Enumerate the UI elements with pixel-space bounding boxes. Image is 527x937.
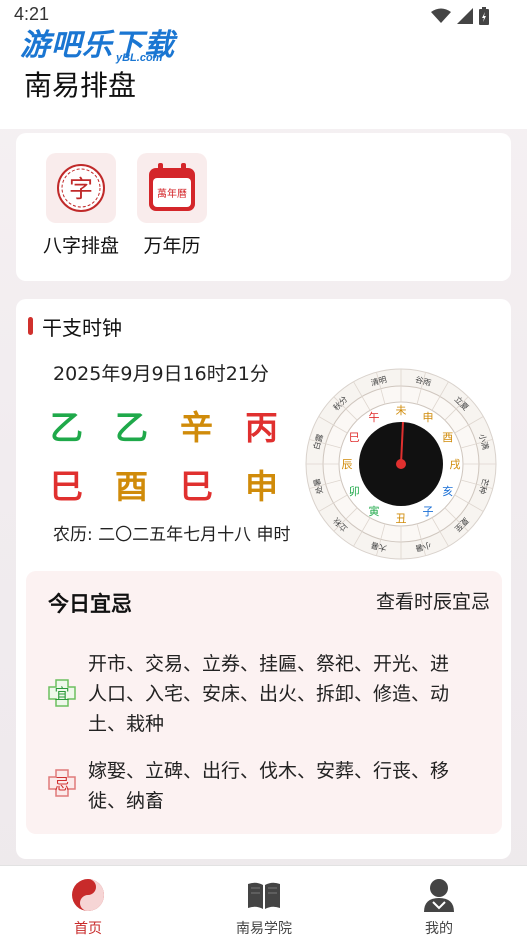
yi-icon: 宜 — [48, 679, 76, 707]
ji-line: 徙、纳畜 — [88, 790, 165, 812]
tool-bazi[interactable]: 字 八字排盘 — [33, 153, 129, 258]
nav-label-profile: 我的 — [425, 921, 453, 937]
current-datetime: 2025年9月9日16时21分 — [53, 363, 269, 385]
bottom-nav: 首页 南易学院 我的 — [0, 865, 527, 937]
tools-card: 字 八字排盘 萬年曆 万年历 — [16, 133, 511, 281]
tool-label-bazi: 八字排盘 — [42, 235, 119, 257]
yi-list: 开市、交易、立券、挂匾、祭祀、开光、进 人口、入宅、安床、出火、拆卸、修造、动 … — [88, 649, 488, 739]
wifi-icon — [431, 8, 451, 23]
tool-calendar[interactable]: 萬年曆 万年历 — [124, 153, 220, 258]
ji-icon: 忌 — [48, 769, 76, 797]
yin-yang-icon — [28, 878, 148, 912]
branch-month: 酉 — [115, 467, 148, 506]
book-icon — [204, 878, 324, 912]
dial-hub — [396, 459, 406, 469]
watermark-logo: 游吧乐下载 yBL.com — [20, 20, 175, 64]
yiji-title: 今日宜忌 — [48, 592, 132, 616]
ganzhi-clock-card: 干支时钟 2025年9月9日16时21分 乙 乙 辛 丙 巳 酉 巳 申 农历:… — [16, 299, 511, 859]
lunar-date: 农历: 二〇二五年七月十八 申时 — [53, 525, 291, 545]
nav-label-academy: 南易学院 — [236, 921, 292, 937]
section-marker — [28, 317, 33, 335]
dial-branch-label: 未 — [396, 404, 407, 417]
heavenly-stems-row: 乙 乙 辛 丙 — [50, 401, 310, 449]
stem-hour: 丙 — [245, 408, 278, 447]
yi-line: 开市、交易、立券、挂匾、祭祀、开光、进 — [88, 653, 450, 675]
stem-month: 乙 — [115, 408, 148, 447]
branch-day: 巳 — [180, 467, 213, 506]
branch-hour: 申 — [245, 467, 278, 506]
ji-list: 嫁娶、立碑、出行、伐木、安葬、行丧、移 徙、纳畜 — [88, 756, 488, 816]
dial-branch-label: 丑 — [396, 512, 407, 525]
calendar-icon: 萬年曆 — [137, 153, 207, 223]
yiji-panel: 今日宜忌 查看时辰宜忌 宜 开市、交易、立券、挂匾、祭祀、开光、进 人口、入宅、… — [26, 571, 502, 834]
svg-text:萬年曆: 萬年曆 — [157, 187, 187, 200]
dial-branch-label: 辰 — [342, 458, 353, 471]
user-icon — [379, 878, 499, 912]
stem-year: 乙 — [50, 408, 83, 447]
tool-label-calendar: 万年历 — [143, 235, 201, 257]
dial-branch-label: 巳 — [349, 431, 360, 444]
nav-label-home: 首页 — [74, 921, 102, 937]
ganzhi-clock-dial: 申酉戌亥子丑寅卯辰巳午未清明 谷雨立夏小满芒种夏至小暑大暑立秋处暑白露秋分 — [305, 368, 497, 560]
nav-home[interactable]: 首页 — [28, 878, 148, 937]
svg-text:宜: 宜 — [54, 685, 69, 703]
dial-branch-label: 寅 — [369, 504, 380, 518]
earthly-branches-row: 巳 酉 巳 申 — [50, 460, 310, 508]
stem-day: 辛 — [180, 408, 213, 447]
view-hour-yiji-link[interactable]: 查看时辰宜忌 — [376, 587, 490, 614]
watermark-subtext: yBL.com — [116, 52, 163, 64]
yi-line: 人口、入宅、安床、出火、拆卸、修造、动 — [88, 683, 450, 705]
status-icons — [431, 7, 489, 25]
dial-branch-label: 卯 — [349, 485, 360, 498]
page-title: 南易排盘 — [24, 69, 137, 102]
nav-profile[interactable]: 我的 — [379, 878, 499, 937]
ji-line: 嫁娶、立碑、出行、伐木、安葬、行丧、移 — [88, 760, 450, 782]
bazi-icon: 字 — [46, 153, 116, 223]
signal-icon — [457, 8, 473, 24]
dial-branch-label: 戌 — [450, 458, 461, 471]
branch-year: 巳 — [50, 467, 83, 506]
dial-branch-label: 子 — [423, 505, 434, 518]
svg-text:忌: 忌 — [54, 775, 69, 793]
dial-branch-label: 酉 — [442, 431, 453, 444]
svg-text:字: 字 — [69, 175, 93, 203]
yi-line: 土、栽种 — [88, 713, 165, 735]
dial-branch-label: 午 — [369, 411, 380, 424]
section-title: 干支时钟 — [42, 316, 122, 340]
dial-branch-label: 申 — [423, 411, 434, 424]
nav-academy[interactable]: 南易学院 — [204, 878, 324, 937]
dial-branch-label: 亥 — [442, 484, 453, 498]
battery-icon — [479, 7, 489, 25]
